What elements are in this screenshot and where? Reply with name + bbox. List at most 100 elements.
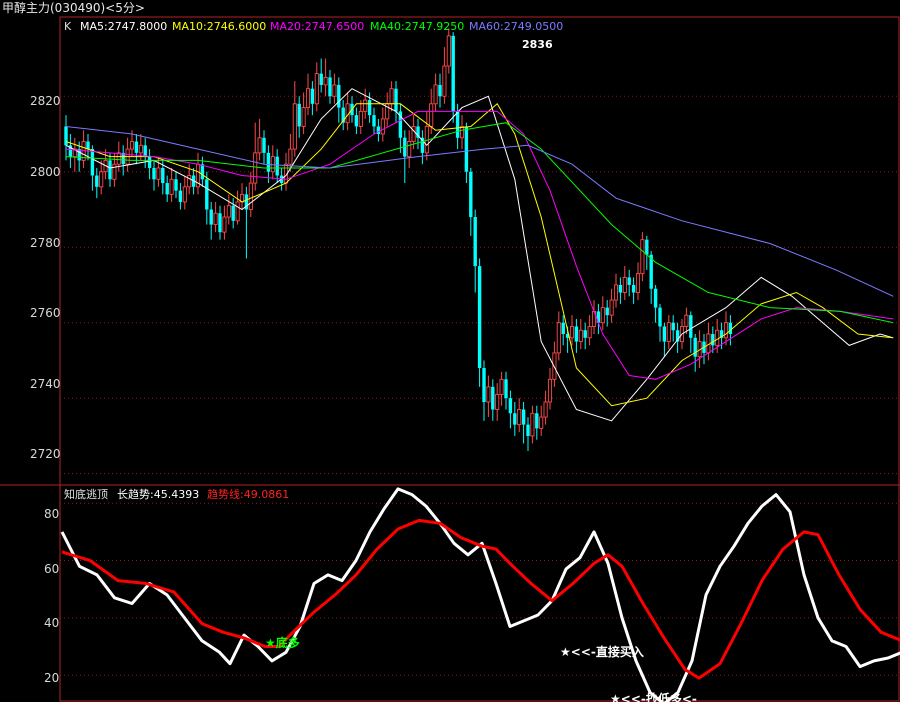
candle-body (517, 409, 522, 426)
legend-ma20: MA20:2747.6500 (270, 20, 364, 33)
candle-body (147, 156, 152, 168)
candle-body (438, 84, 442, 97)
candle-body (671, 322, 675, 331)
kline-chart[interactable]: K MA5:2747.8000 MA10:2746.6000 MA20:2747… (0, 0, 900, 702)
candle-body (455, 111, 460, 138)
candle-body (596, 311, 601, 323)
candle-body (64, 126, 68, 146)
annotation-buy-low: ★<<-抄低多<- (610, 691, 697, 702)
candle-body (337, 84, 341, 108)
candle-body (482, 368, 486, 402)
candle-body (587, 326, 592, 339)
candle-body (394, 88, 398, 112)
candle-body (205, 179, 209, 210)
candle-body (235, 201, 240, 222)
candle-body (459, 126, 465, 139)
candle-body (143, 145, 147, 157)
candle-body (209, 209, 213, 225)
candle-body (218, 213, 222, 233)
legend-ma5: MA5:2747.8000 (80, 20, 167, 33)
candle-body (635, 273, 641, 293)
candle-body (605, 307, 609, 316)
candle-body (367, 100, 372, 116)
candle-body (609, 299, 614, 316)
candle-body (187, 175, 192, 188)
candle-body (358, 110, 363, 127)
candle-body (407, 141, 412, 158)
candle-body (134, 141, 139, 153)
long-trend-label: 长趋势:45.4393 (117, 488, 199, 501)
candle-body (469, 171, 473, 218)
candle-body (627, 277, 631, 285)
y-tick-2760: 2760 (30, 306, 61, 320)
candle-body (640, 239, 645, 275)
candle-body (645, 239, 649, 255)
candle-body (86, 141, 90, 150)
candle-body (262, 137, 266, 153)
candle-body (226, 205, 231, 218)
candle-body (95, 175, 99, 187)
candle-body (513, 413, 517, 425)
indicator-lines (60, 487, 900, 702)
candle-body (152, 167, 156, 180)
candle-body (464, 126, 469, 172)
candle-body (138, 144, 143, 154)
candle-body (622, 276, 627, 293)
sub-panel-frame (59, 484, 900, 702)
indicator-line-long-trend (60, 487, 900, 702)
candle-body (578, 329, 583, 343)
candle-body (257, 137, 262, 154)
candle-body (305, 88, 311, 109)
candle-body (715, 329, 720, 346)
candle-body (116, 152, 121, 165)
candle-body (442, 65, 447, 97)
candle-body (99, 171, 104, 188)
candle-body (556, 322, 561, 354)
legend-prefix: K (64, 20, 72, 33)
candle-body (684, 314, 689, 327)
y-tick-2800: 2800 (30, 165, 61, 179)
candle-body (521, 409, 526, 425)
sub-y-tick-20: 20 (44, 671, 59, 685)
candle-body (174, 179, 178, 191)
candle-body (411, 126, 416, 142)
sub-y-tick-40: 40 (44, 616, 59, 630)
main-panel-frame (59, 16, 900, 486)
candle-body (200, 164, 205, 180)
candle-body (504, 379, 508, 399)
main-y-axis: 2820 2800 2780 2760 2740 2720 (30, 94, 61, 461)
candle-body (328, 77, 332, 97)
candle-body (222, 216, 227, 233)
candle-body (129, 141, 135, 150)
candle-body (266, 152, 271, 172)
sub-y-tick-60: 60 (44, 562, 59, 576)
candle-body (332, 84, 337, 97)
candle-body (323, 76, 328, 86)
annotation-buy: ★<<-直接买入 (560, 644, 644, 659)
y-tick-2820: 2820 (30, 94, 61, 108)
candle-body (451, 35, 455, 112)
candle-body (156, 167, 161, 180)
candle-body (574, 326, 579, 342)
candle-body (310, 88, 315, 104)
candle-body (583, 330, 587, 338)
candle-body (213, 212, 218, 226)
candle-body (711, 334, 715, 346)
candle-body (292, 103, 297, 150)
legend-ma40: MA40:2747.9250 (370, 20, 464, 33)
candle-body (446, 35, 451, 67)
candle-body (495, 393, 500, 410)
candle-body (486, 386, 491, 403)
y-tick-2780: 2780 (30, 236, 61, 250)
candle-body (288, 148, 293, 165)
candle-body (689, 315, 693, 338)
main-legend: K MA5:2747.8000 MA10:2746.6000 MA20:2747… (64, 20, 563, 33)
sub-y-tick-80: 80 (44, 507, 59, 521)
candle-body (301, 107, 306, 127)
candle-body (354, 115, 359, 127)
candle-body (547, 378, 553, 403)
candle-body (108, 160, 112, 180)
sub-indicator-name: 知底逃顶 (64, 487, 108, 501)
candle-body (618, 284, 623, 293)
candle-body (297, 103, 301, 127)
